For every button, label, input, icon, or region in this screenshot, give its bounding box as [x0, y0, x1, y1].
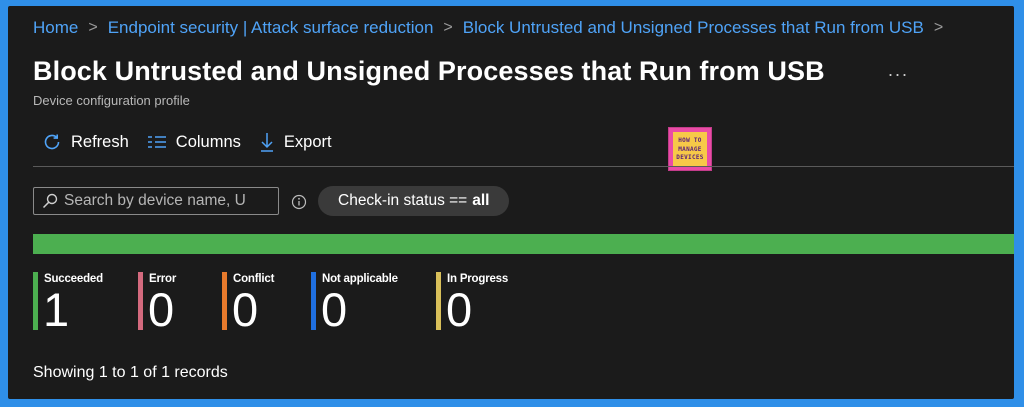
- download-icon: [260, 133, 273, 152]
- columns-label: Columns: [175, 132, 241, 151]
- how-to-manage-devices-logo: HOW TO MANAGE DEVICES: [668, 127, 712, 171]
- refresh-label: Refresh: [71, 132, 129, 151]
- chevron-right-icon: >: [933, 19, 944, 36]
- stat-color-bar: [138, 272, 143, 330]
- breadcrumb: Home > Endpoint security | Attack surfac…: [33, 18, 943, 38]
- stat-value: 0: [148, 283, 175, 336]
- page-title: Block Untrusted and Unsigned Processes t…: [33, 56, 825, 86]
- records-count: Showing 1 to 1 of 1 records: [33, 364, 228, 381]
- refresh-button[interactable]: Refresh: [42, 132, 129, 152]
- stat-color-bar: [222, 272, 227, 330]
- app-frame: Home > Endpoint security | Attack surfac…: [8, 6, 1014, 399]
- page-subtitle: Device configuration profile: [33, 93, 190, 108]
- stat-value: 0: [232, 283, 259, 336]
- breadcrumb-home[interactable]: Home: [33, 18, 78, 38]
- more-options-icon[interactable]: ...: [888, 60, 909, 81]
- toolbar-divider: [33, 166, 1014, 167]
- info-icon[interactable]: [291, 194, 307, 210]
- toolbar: Refresh Columns Export: [42, 132, 350, 152]
- search-icon: [42, 193, 58, 209]
- refresh-icon: [44, 134, 60, 150]
- stat-color-bar: [33, 272, 38, 330]
- search-input[interactable]: [64, 192, 264, 210]
- columns-button[interactable]: Columns: [147, 133, 241, 152]
- stat-value: 1: [43, 283, 70, 336]
- export-label: Export: [283, 132, 332, 151]
- logo-line-3: DEVICES: [676, 154, 704, 161]
- stat-value: 0: [446, 283, 473, 336]
- logo-line-2: MANAGE: [678, 146, 702, 153]
- search-box: [33, 187, 279, 215]
- columns-icon: [147, 136, 166, 148]
- stat-value: 0: [321, 283, 348, 336]
- breadcrumb-profile[interactable]: Block Untrusted and Unsigned Processes t…: [463, 18, 924, 38]
- chevron-right-icon: >: [443, 19, 453, 36]
- stat-color-bar: [436, 272, 441, 330]
- breadcrumb-attack-surface-reduction[interactable]: Endpoint security | Attack surface reduc…: [108, 18, 434, 38]
- filter-prefix: Check-in status ==: [338, 192, 468, 209]
- chevron-right-icon: >: [88, 19, 98, 36]
- stat-color-bar: [311, 272, 316, 330]
- check-in-status-filter[interactable]: Check-in status == all: [318, 186, 510, 216]
- status-progress-bar: [33, 234, 1014, 254]
- filter-value: all: [472, 192, 490, 209]
- logo-line-1: HOW TO: [678, 137, 702, 144]
- export-button[interactable]: Export: [259, 132, 332, 152]
